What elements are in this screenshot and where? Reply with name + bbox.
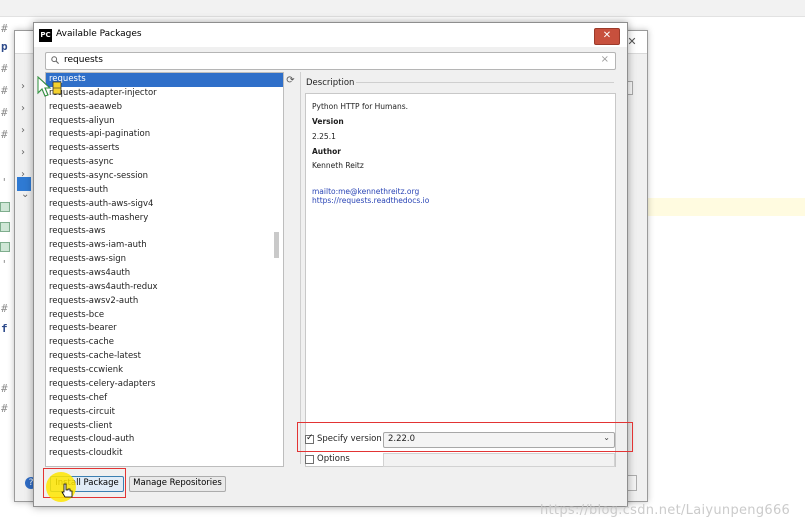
package-list-item[interactable]: requests-aws4auth-redux	[46, 281, 283, 295]
options-row: Options	[303, 453, 615, 467]
reload-list-icon[interactable]: ⟳	[284, 74, 297, 87]
package-list-item[interactable]: requests-ccwienk	[46, 364, 283, 378]
package-search-field[interactable]: requests ×	[45, 52, 616, 70]
comment-hash-icon: #	[1, 302, 8, 315]
package-list-item[interactable]: requests-cache	[46, 336, 283, 350]
chevron-right-icon[interactable]: ›	[21, 103, 25, 114]
image-marker-icon	[0, 202, 10, 212]
chevron-right-icon[interactable]: ›	[21, 81, 25, 92]
search-input[interactable]: requests	[64, 55, 103, 65]
image-marker-icon	[0, 242, 10, 252]
hand-cursor-icon	[61, 483, 73, 498]
package-list-item[interactable]: requests-awsv2-auth	[46, 295, 283, 309]
package-list-item[interactable]: requests-auth-aws-sigv4	[46, 198, 283, 212]
author-label: Author	[312, 147, 341, 156]
code-fragment-icon: p	[1, 40, 8, 53]
package-list-item[interactable]: requests-auth	[46, 184, 283, 198]
description-separator	[356, 82, 614, 83]
quote-mark-icon: '	[1, 176, 8, 189]
package-list-item[interactable]: requests-async-session	[46, 170, 283, 184]
search-icon	[51, 56, 59, 64]
package-list-item[interactable]: requests-cache-latest	[46, 350, 283, 364]
package-author: Kenneth Reitz	[312, 161, 364, 170]
comment-hash-icon: #	[1, 128, 8, 141]
package-list-item[interactable]: requests-async	[46, 156, 283, 170]
editor-tab-bar	[0, 0, 805, 17]
comment-hash-icon: #	[1, 402, 8, 415]
manage-repositories-button[interactable]: Manage Repositories	[129, 476, 226, 492]
close-button[interactable]: ✕	[594, 28, 620, 45]
specify-version-highlight-box	[297, 422, 633, 452]
busy-cursor-icon	[37, 76, 62, 97]
settings-tree: › › › › › ⌄	[17, 61, 31, 491]
author-email-link[interactable]: mailto:me@kennethreitz.org	[312, 187, 419, 196]
package-list-item[interactable]: requests-aws-sign	[46, 253, 283, 267]
package-list-item[interactable]: requests-circuit	[46, 406, 283, 420]
package-list-item[interactable]: requests-aws	[46, 225, 283, 239]
options-label: Options	[317, 454, 350, 464]
clear-search-icon[interactable]: ×	[601, 54, 609, 65]
package-list-item[interactable]: requests	[46, 73, 283, 87]
package-list-item[interactable]: requests-aws-iam-auth	[46, 239, 283, 253]
options-input[interactable]	[383, 453, 615, 467]
pycharm-app-icon: PC	[39, 29, 52, 42]
comment-hash-icon: #	[1, 382, 8, 395]
package-list-item[interactable]: requests-bearer	[46, 322, 283, 336]
quote-mark-icon: '	[1, 258, 8, 271]
package-list-item[interactable]: requests-chef	[46, 392, 283, 406]
comment-hash-icon: #	[1, 84, 8, 97]
chevron-right-icon[interactable]: ›	[21, 125, 25, 136]
description-header: Description	[306, 78, 355, 88]
package-list-item[interactable]: requests-auth-mashery	[46, 212, 283, 226]
package-version: 2.25.1	[312, 132, 336, 141]
package-list-item[interactable]: requests-cloud-auth	[46, 433, 283, 447]
package-list-item[interactable]: requests-aws4auth	[46, 267, 283, 281]
settings-tree-selected-item[interactable]	[17, 177, 31, 191]
dialog-titlebar: PC Available Packages ✕	[34, 23, 627, 47]
package-list-item[interactable]: requests-celery-adapters	[46, 378, 283, 392]
package-list-item[interactable]: requests-aliyun	[46, 115, 283, 129]
package-list-item[interactable]: requests-api-pagination	[46, 128, 283, 142]
homepage-link[interactable]: https://requests.readthedocs.io	[312, 196, 429, 205]
package-list-item[interactable]: requests-aeaweb	[46, 101, 283, 115]
watermark: https://blog.csdn.net/Laiyunpeng666	[540, 503, 791, 518]
version-label: Version	[312, 117, 344, 126]
package-list[interactable]: requests requests-adapter-injector request…	[45, 72, 284, 467]
package-summary: Python HTTP for Humans.	[312, 102, 408, 111]
code-fragment-icon: f	[1, 322, 8, 335]
package-list-item[interactable]: requests-adapter-injector	[46, 87, 283, 101]
package-list-scrollbar[interactable]	[274, 232, 279, 258]
options-checkbox[interactable]	[305, 455, 314, 464]
description-panel: Python HTTP for Humans. Version 2.25.1 A…	[305, 93, 616, 467]
package-list-item[interactable]: requests-cloudkit	[46, 447, 283, 461]
panel-splitter[interactable]	[300, 72, 301, 464]
comment-hash-icon: #	[1, 62, 8, 75]
dialog-title: Available Packages	[56, 29, 142, 39]
package-list-item[interactable]: requests-client	[46, 420, 283, 434]
comment-hash-icon: #	[1, 22, 8, 35]
chevron-right-icon[interactable]: ›	[21, 147, 25, 158]
package-list-item[interactable]: requests-asserts	[46, 142, 283, 156]
image-marker-icon	[0, 222, 10, 232]
package-list-item[interactable]: requests-bce	[46, 309, 283, 323]
comment-hash-icon: #	[1, 106, 8, 119]
